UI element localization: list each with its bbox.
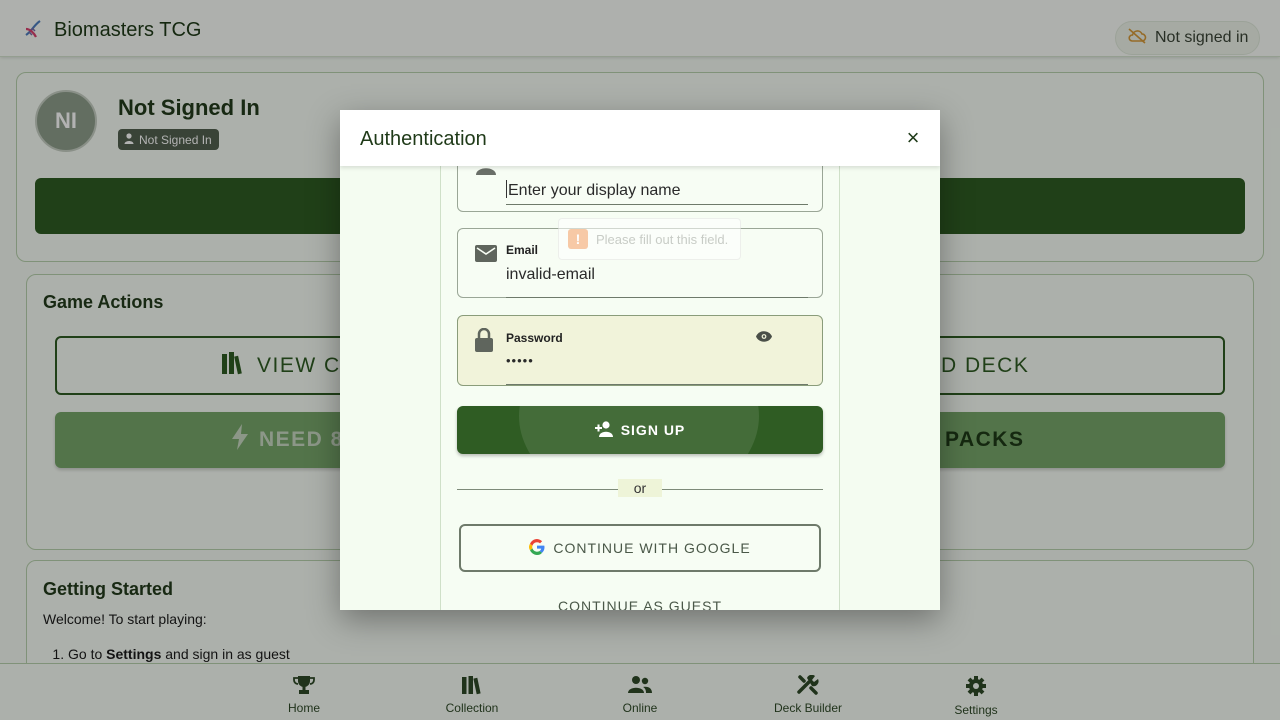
modal-title: Authentication: [360, 128, 487, 150]
lock-icon: [475, 327, 493, 357]
person-add-icon: [594, 420, 613, 440]
field-underline: [506, 204, 808, 205]
close-icon[interactable]: ×: [903, 127, 923, 149]
display-name-input[interactable]: Enter your display name: [506, 180, 681, 200]
google-label: CONTINUE WITH GOOGLE: [553, 540, 751, 556]
display-name-placeholder: Enter your display name: [508, 182, 681, 199]
mail-icon: [475, 245, 497, 267]
email-input[interactable]: invalid-email: [506, 266, 595, 284]
field-underline: [506, 384, 808, 385]
google-icon: [529, 538, 545, 558]
or-separator: or: [618, 479, 662, 497]
email-label: Email: [506, 243, 539, 257]
validation-tooltip: ! Please fill out this field.: [558, 218, 741, 260]
modal-header: Authentication ×: [340, 110, 940, 166]
password-label: Password: [506, 331, 563, 345]
continue-as-guest-button[interactable]: CONTINUE AS GUEST: [457, 598, 823, 610]
warning-icon: !: [568, 229, 588, 249]
google-sign-in-button[interactable]: CONTINUE WITH GOOGLE: [459, 524, 821, 572]
text-caret: [506, 180, 507, 198]
validation-message: Please fill out this field.: [596, 231, 729, 247]
password-field[interactable]: Password •••••: [457, 315, 823, 386]
password-input[interactable]: •••••: [506, 353, 534, 368]
sign-up-button[interactable]: SIGN UP: [457, 406, 823, 454]
sign-up-label: SIGN UP: [620, 422, 686, 438]
field-underline: [506, 297, 808, 298]
auth-modal: Authentication × Enter your display name…: [340, 110, 940, 610]
eye-icon[interactable]: [756, 329, 772, 347]
